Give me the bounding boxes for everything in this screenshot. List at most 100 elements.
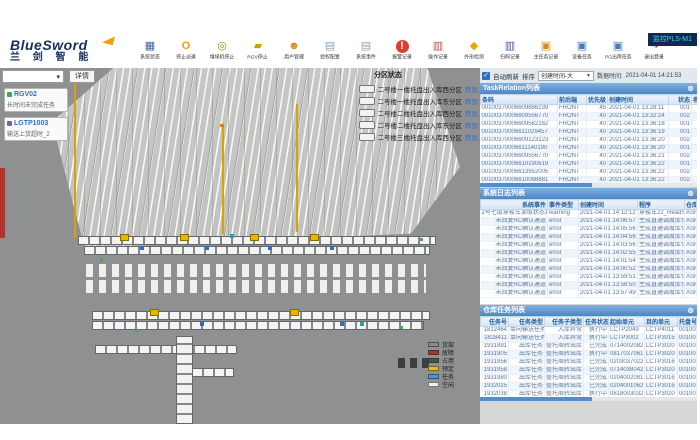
zone-checkbox[interactable] bbox=[359, 133, 375, 141]
toolbar-button[interactable]: ▰ RGV停止 bbox=[240, 40, 276, 62]
toolbar-label: 堆垛机停止 bbox=[210, 53, 235, 60]
scrollbar-thumb[interactable] bbox=[480, 183, 592, 187]
toolbar-button[interactable]: ▣ PG出库任务 bbox=[600, 40, 636, 62]
cell: error bbox=[548, 242, 579, 250]
zone-goto-link[interactable]: 转到 bbox=[465, 96, 478, 106]
table-row[interactable]: 00100370006611140190FRONT402021-04-01 13… bbox=[481, 145, 698, 153]
table-row[interactable]: 00100370006609886239FRONT452021-04-01 13… bbox=[481, 105, 698, 113]
table-row[interactable]: 00100370006609556770FRONT402021-04-01 13… bbox=[481, 113, 698, 121]
table-row[interactable]: 1931891出库任务整托周转出库已完成0714002082LCTP302000… bbox=[481, 343, 697, 351]
column-header[interactable]: 巷道 bbox=[692, 95, 698, 105]
close-icon[interactable]: ⊗ bbox=[687, 83, 694, 94]
table-row[interactable]: 未回复RC确认通道error2021-04-01 14:00:52生成直通调度库… bbox=[481, 266, 697, 274]
table-row[interactable]: 未回复RC确认通道error2021-04-01 14:04:56生成直通调度库… bbox=[481, 234, 697, 242]
toolbar-button[interactable]: ! 报警记录 bbox=[384, 40, 420, 62]
column-header[interactable]: 创建时间 bbox=[608, 95, 669, 105]
table-row[interactable]: 00100370006611029457FRONT402021-04-01 13… bbox=[481, 129, 698, 137]
horizontal-scrollbar[interactable] bbox=[480, 397, 697, 401]
table-row[interactable]: 未回复RC确认通道error2021-04-01 14:05:56生成直通调度库… bbox=[481, 226, 697, 234]
column-header[interactable]: 前后端 bbox=[558, 95, 587, 105]
table-row[interactable]: 未回复RC确认通道error2021-04-01 13:59:51生成直通调度库… bbox=[481, 274, 697, 282]
table-row[interactable]: 1812464单向输送任务入库异常执行中LCTP2049LCTP40110010… bbox=[481, 327, 697, 335]
column-header[interactable]: 任务号 bbox=[481, 317, 509, 327]
column-header[interactable]: 任务类型 bbox=[509, 317, 545, 327]
column-header[interactable]: 托盘号 bbox=[678, 317, 697, 327]
toolbar-button[interactable]: O 停止派遣 bbox=[168, 40, 204, 62]
zone-checkbox[interactable] bbox=[359, 121, 375, 129]
zone-goto-link[interactable]: 转到 bbox=[465, 108, 478, 118]
system-log-panel-header[interactable]: 系统日志列表 ⊗ bbox=[480, 188, 697, 199]
table-row[interactable]: 1931958出库任务整托周转出库已完成0714038042LCTP302000… bbox=[481, 367, 697, 375]
table-row[interactable]: 00100370006609556770FRONT402021-04-01 13… bbox=[481, 153, 698, 161]
column-header[interactable]: 状态 bbox=[669, 95, 692, 105]
toolbar-button[interactable]: ▣ 设备任务 bbox=[564, 40, 600, 62]
column-header[interactable]: 仓库编号 bbox=[685, 200, 697, 210]
table-row[interactable]: 未回复RC确认通道error2021-04-01 13:57:49生成直通调度库… bbox=[481, 290, 697, 298]
toolbar-label: RGV停止 bbox=[248, 53, 269, 60]
table-row[interactable]: 00100370006609582162FRONT402021-04-01 13… bbox=[481, 121, 698, 129]
toolbar-button[interactable]: ▥ 扫码记录 bbox=[492, 40, 528, 62]
cell: 执行中 bbox=[584, 327, 609, 335]
alarm-strip bbox=[0, 168, 5, 238]
zone-checkbox[interactable] bbox=[359, 109, 375, 117]
zone-checkbox[interactable] bbox=[359, 85, 375, 93]
details-button[interactable]: 详情 bbox=[69, 70, 95, 83]
table-row[interactable]: 1932025出库任务整托周转出库已完成0204001062LCTP301600… bbox=[481, 383, 697, 391]
device-alert-card[interactable]: RGV02 长时间未完成任务 bbox=[4, 88, 68, 112]
column-header[interactable]: 优先级 bbox=[587, 95, 608, 105]
table-row[interactable]: 未回复RC确认通道error2021-04-01 14:01:54生成直通调度库… bbox=[481, 258, 697, 266]
zone-goto-link[interactable]: 转到 bbox=[465, 120, 478, 130]
warehouse-task-panel-header[interactable]: 仓库任务列表 ⊗ bbox=[480, 305, 697, 316]
device-filter-select[interactable]: ▾ bbox=[2, 70, 64, 83]
device-alert-card[interactable]: LGTP1003 输送上货超时_2 bbox=[4, 117, 68, 141]
toolbar-button[interactable]: ▣ 主任务记录 bbox=[528, 40, 564, 62]
cell: 2021-04-01 13:32:24 bbox=[608, 113, 669, 121]
column-header[interactable]: 任务状态 bbox=[584, 317, 609, 327]
table-row[interactable]: 00100370006610190619FRONT402021-04-01 13… bbox=[481, 161, 698, 169]
scrollbar-thumb[interactable] bbox=[480, 397, 592, 401]
cell: 00100370006605 bbox=[678, 351, 697, 359]
table-row[interactable]: 未回复RC确认通道error2021-04-01 14:03:56生成直通调度库… bbox=[481, 242, 697, 250]
table-row[interactable]: 未回复RC确认通道error2021-04-01 13:58:50生成直通调度库… bbox=[481, 282, 697, 290]
table-row[interactable]: 1931905出库任务整托周转出库执行中0817037061LCTP302000… bbox=[481, 351, 697, 359]
table-row[interactable]: 未回复RC确认通道error2021-04-01 14:06:57生成直通调度库… bbox=[481, 218, 697, 226]
table-row[interactable]: 00100370006613952005FRONT402021-04-01 13… bbox=[481, 169, 698, 177]
column-header[interactable]: 程序 bbox=[638, 200, 685, 210]
toolbar-button[interactable]: ▤ 系统事件 bbox=[348, 40, 384, 62]
warehouse-3d-viewport[interactable]: ▾ 详情 RGV02 长时间未完成任务 bbox=[0, 68, 480, 424]
table-row[interactable]: 1931980出库任务整托周转出库已完成0204002081LCTP301600… bbox=[481, 375, 697, 383]
cell: 4 bbox=[692, 145, 698, 153]
zone-goto-link[interactable]: 转到 bbox=[465, 132, 478, 142]
cell: 0817037061 bbox=[609, 351, 645, 359]
sort-select[interactable]: 创建时间-大 ▼ bbox=[538, 71, 594, 81]
rgv-shuttle bbox=[310, 234, 319, 241]
task-relation-panel-header[interactable]: TaskRelation列表 ⊗ bbox=[480, 83, 697, 94]
column-header[interactable]: 系统事件 bbox=[481, 200, 548, 210]
close-icon[interactable]: ⊗ bbox=[687, 188, 694, 199]
table-row[interactable]: 1931956出库任务整托周转出库已完成0203037022LCTP301600… bbox=[481, 359, 697, 367]
table-row[interactable]: 1828411单向输送任务入库异常执行中LCTP3002LCTP30150010… bbox=[481, 335, 697, 343]
table-row[interactable]: 00100370006609123123FRONT402021-04-01 13… bbox=[481, 137, 698, 145]
table-row[interactable]: 未回复RC确认通道error2021-04-01 14:02:55生成直通调度库… bbox=[481, 250, 697, 258]
toolbar-button[interactable]: ☻ 用户管理 bbox=[276, 40, 312, 62]
horizontal-scrollbar[interactable] bbox=[480, 183, 697, 187]
column-header[interactable]: 目的单元 bbox=[645, 317, 678, 327]
column-header[interactable]: 事件类型 bbox=[548, 200, 579, 210]
toolbar-button[interactable]: ◆ 外形检测 bbox=[456, 40, 492, 62]
toolbar-button[interactable]: ▤ 授权配置 bbox=[312, 40, 348, 62]
zone-checkbox[interactable] bbox=[359, 97, 375, 105]
zone-goto-link[interactable]: 转到 bbox=[465, 84, 478, 94]
auto-refresh-checkbox[interactable]: ✓ bbox=[482, 72, 490, 80]
cell: LCTP2049 bbox=[609, 327, 645, 335]
column-header[interactable]: 起始单元 bbox=[609, 317, 645, 327]
column-header[interactable]: 创建时间 bbox=[579, 200, 638, 210]
column-header[interactable]: 条码 bbox=[481, 95, 558, 105]
toolbar-icon: ! bbox=[396, 40, 409, 53]
close-icon[interactable]: ⊗ bbox=[687, 305, 694, 316]
toolbar-button[interactable]: ◎ 堆垛机停止 bbox=[204, 40, 240, 62]
toolbar-button[interactable]: ▦ 系统状态 bbox=[132, 40, 168, 62]
toolbar-button[interactable]: ▥ 操作记录 bbox=[420, 40, 456, 62]
table-row[interactable]: 2号七层穿梭车读取状态异常 异常长度warning2021-04-01 14:1… bbox=[481, 210, 697, 218]
column-header[interactable]: 任务子类型 bbox=[545, 317, 584, 327]
cell: LCTP3015 bbox=[645, 335, 678, 343]
